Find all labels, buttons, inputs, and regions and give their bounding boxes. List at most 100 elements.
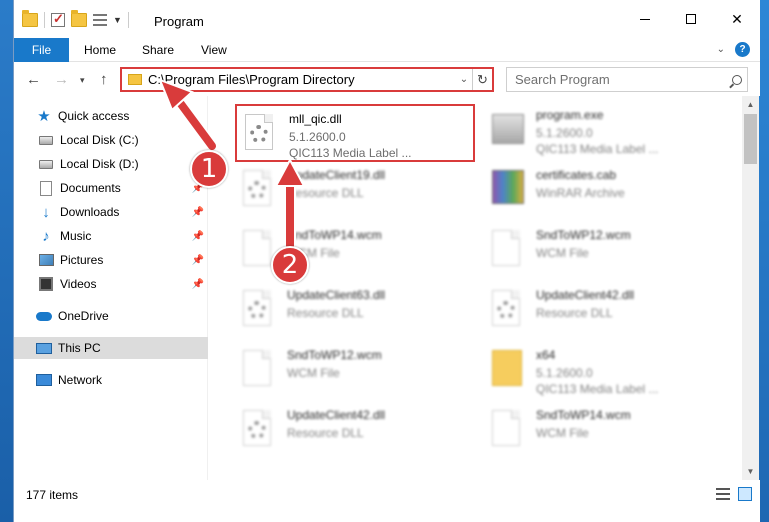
close-icon: ✕ [731,10,743,27]
network-icon [36,372,52,388]
properties-check-icon[interactable] [51,11,65,27]
sidebar-item-documents[interactable]: Documents 📌 [14,177,208,199]
sidebar-item-local-disk-d[interactable]: Local Disk (D:) [14,153,208,175]
search-placeholder: Search Program [515,72,610,87]
address-dropdown-chevron-icon[interactable]: ⌄ [456,74,472,85]
sidebar-item-label: This PC [58,341,101,355]
disk-icon [38,156,54,172]
address-path[interactable]: C:\Program Files\Program Directory [148,72,456,87]
view-properties-icon[interactable] [93,14,107,26]
details-view-icon[interactable] [716,488,730,500]
file-item[interactable]: UpdateClient19.dll Resource DLL [235,162,475,220]
file-item[interactable]: SndToWP14.wcm WCM File [484,402,724,460]
file-description: QIC113 Media Label ... [536,142,659,156]
ribbon-right-controls: ⌄ ? [717,42,750,57]
sidebar-item-local-disk-c[interactable]: Local Disk (C:) [14,129,208,151]
file-list: mll_qic.dll 5.1.2600.0 QIC113 Media Labe… [209,96,742,480]
maximize-button[interactable] [668,0,714,38]
sidebar-item-videos[interactable]: Videos 📌 [14,273,208,295]
file-name: SndToWP12.wcm [287,348,382,362]
pin-icon[interactable]: 📌 [192,207,204,218]
file-item[interactable]: UpdateClient42.dll Resource DLL [484,282,724,340]
pictures-icon [38,252,54,268]
sidebar-item-label: Music [60,229,92,243]
help-icon[interactable]: ? [735,42,750,57]
sidebar-item-pictures[interactable]: Pictures 📌 [14,249,208,271]
dll-icon [243,170,275,210]
file-item-mll-qic-dll[interactable]: mll_qic.dll 5.1.2600.0 QIC113 Media Labe… [235,104,475,162]
file-type: Resource DLL [287,306,364,320]
close-button[interactable]: ✕ [714,0,760,38]
sidebar-item-this-pc[interactable]: This PC [14,337,208,359]
this-pc-icon [36,340,52,356]
file-item[interactable]: certificates.cab WinRAR Archive [484,162,724,220]
file-name: UpdateClient63.dll [287,288,386,302]
dll-icon [243,410,275,450]
file-description: QIC113 Media Label ... [289,146,412,160]
sidebar-item-music[interactable]: ♪ Music 📌 [14,225,208,247]
file-item[interactable]: UpdateClient63.dll Resource DLL [235,282,475,340]
search-icon[interactable] [727,74,747,85]
file-type: WCM File [536,426,589,440]
scrollbar-thumb[interactable] [744,114,757,164]
videos-icon [38,276,54,292]
sidebar-item-network[interactable]: Network [14,369,208,391]
pin-icon[interactable]: 📌 [192,255,204,266]
file-item[interactable]: UpdateClient42.dll Resource DLL [235,402,475,460]
navigation-pane: ★ Quick access Local Disk (C:) Local Dis… [14,96,208,480]
tab-home[interactable]: Home [84,38,116,62]
pin-icon[interactable]: 📌 [192,231,204,242]
sidebar-item-label: Quick access [58,109,130,123]
recent-locations-chevron-icon[interactable]: ▾ [80,75,85,86]
tab-view[interactable]: View [201,38,227,62]
sidebar-item-label: Pictures [60,253,104,267]
file-version: 5.1.2600.0 [289,130,346,144]
file-item[interactable]: SndToWP14.wcm WCM File [235,222,475,280]
forward-arrow-icon[interactable]: → [54,71,69,88]
sidebar-item-onedrive[interactable]: OneDrive [14,305,208,327]
sidebar-item-label: Videos [60,277,97,291]
address-bar[interactable]: C:\Program Files\Program Directory ⌄ ↻ [120,67,494,92]
maximize-icon [686,14,696,24]
item-count: 177 items [26,488,79,502]
tab-share[interactable]: Share [142,38,174,62]
expand-ribbon-chevron-icon[interactable]: ⌄ [717,44,725,55]
minimize-button[interactable] [622,0,668,38]
minimize-icon [640,18,650,20]
large-icons-view-icon[interactable] [738,487,752,501]
music-icon: ♪ [42,227,50,245]
tab-file[interactable]: File [14,38,69,62]
sidebar-item-quick-access[interactable]: ★ Quick access [14,105,208,127]
quick-access-toolbar: ▼ [22,10,129,28]
file-type: WinRAR Archive [536,186,625,200]
customize-toolbar-chevron-icon[interactable]: ▼ [113,15,122,25]
exe-icon [492,110,524,150]
file-item[interactable]: program.exe 5.1.2600.0 QIC113 Media Labe… [484,102,724,160]
file-item[interactable]: SndToWP12.wcm WCM File [484,222,724,280]
file-name: UpdateClient42.dll [287,408,386,422]
file-type: WCM File [287,366,340,380]
search-input[interactable]: Search Program [506,67,748,92]
folder-icon [128,74,142,85]
file-item[interactable]: x64 5.1.2600.0 QIC113 Media Label ... [484,342,724,400]
folder-icon [22,10,38,27]
scroll-down-arrow-icon[interactable]: ▼ [742,463,759,480]
file-item[interactable]: SndToWP12.wcm WCM File [235,342,475,400]
refresh-icon[interactable]: ↻ [472,69,492,90]
scroll-up-arrow-icon[interactable]: ▲ [742,96,759,113]
file-type: Resource DLL [287,426,364,440]
file-name: certificates.cab [536,168,617,182]
vertical-scrollbar[interactable]: ▲ ▼ [742,96,759,480]
new-folder-icon[interactable] [71,10,87,27]
file-name: UpdateClient19.dll [287,168,386,182]
up-arrow-icon[interactable]: ↑ [100,71,108,88]
file-name: program.exe [536,108,604,122]
pin-icon[interactable]: 📌 [192,279,204,290]
file-description: QIC113 Media Label ... [536,382,659,396]
downloads-icon: ↓ [42,203,50,221]
back-arrow-icon[interactable]: ← [26,71,41,88]
sidebar-item-downloads[interactable]: ↓ Downloads 📌 [14,201,208,223]
file-icon [492,230,524,270]
dll-icon [243,290,275,330]
file-icon [243,350,275,390]
